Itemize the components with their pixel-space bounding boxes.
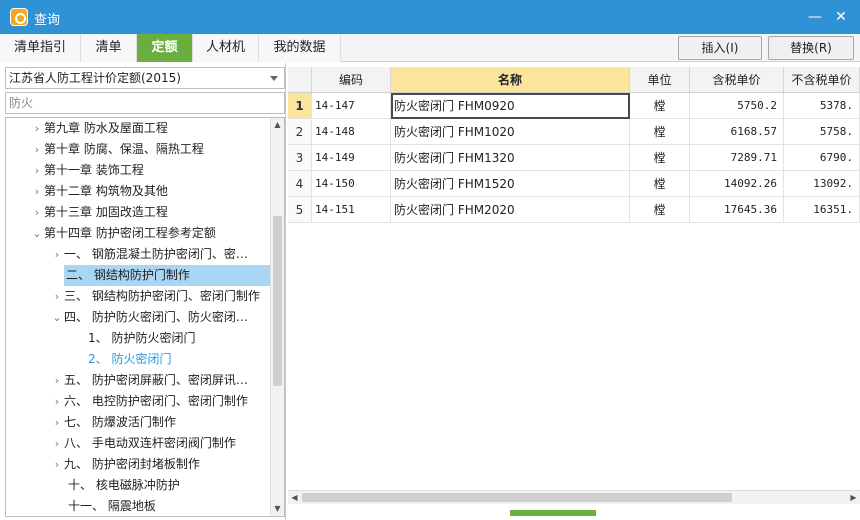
tab-list-guide[interactable]: 清单指引: [0, 34, 81, 62]
row-number[interactable]: 4: [288, 171, 312, 197]
tree-node-ch10[interactable]: › 第十章 防腐、保温、隔热工程: [30, 139, 204, 160]
row-number[interactable]: 5: [288, 197, 312, 223]
chevron-right-icon[interactable]: ›: [50, 244, 64, 265]
tree-node-ch13[interactable]: › 第十三章 加固改造工程: [30, 202, 168, 223]
chevron-right-icon[interactable]: ›: [30, 181, 44, 202]
tree-node-ch14-4[interactable]: ⌄ 四、 防护防火密闭门、防火密闭…: [50, 307, 247, 328]
tree-node-ch14-1[interactable]: › 一、 钢筋混凝土防护密闭门、密…: [50, 244, 248, 265]
row-number[interactable]: 3: [288, 145, 312, 171]
close-button[interactable]: ✕: [830, 6, 852, 28]
cell-unit[interactable]: 樘: [630, 145, 690, 171]
cell-code[interactable]: 14-148: [312, 119, 391, 145]
cell-name[interactable]: 防火密闭门 FHM2020: [391, 197, 630, 223]
chevron-right-icon[interactable]: ›: [50, 286, 64, 307]
chevron-right-icon[interactable]: ›: [50, 433, 64, 454]
tree-scrollbar[interactable]: ▲ ▼: [270, 118, 284, 516]
cell-price-notax[interactable]: 13092.: [784, 171, 860, 197]
row-number[interactable]: 2: [288, 119, 312, 145]
scroll-left-icon[interactable]: ◀: [288, 491, 301, 505]
cell-price-tax[interactable]: 6168.57: [690, 119, 784, 145]
scrollbar-thumb[interactable]: [302, 493, 732, 502]
tree-node-ch14-4-1[interactable]: 1、 防护防火密闭门: [88, 328, 195, 349]
cell-code[interactable]: 14-149: [312, 145, 391, 171]
tree-node-ch14-4-2[interactable]: 2、 防火密闭门: [88, 349, 171, 370]
cell-unit[interactable]: 樘: [630, 171, 690, 197]
cell-price-notax[interactable]: 5758.: [784, 119, 860, 145]
tree-node-ch14-3[interactable]: › 三、 钢结构防护密闭门、密闭门制作: [50, 286, 260, 307]
tree-node-ch14-8[interactable]: › 八、 手电动双连杆密闭阀门制作: [50, 433, 236, 454]
chevron-right-icon[interactable]: ›: [30, 139, 44, 160]
tree-node-ch12[interactable]: › 第十二章 构筑物及其他: [30, 181, 168, 202]
chevron-down-icon[interactable]: [270, 76, 278, 81]
cell-code[interactable]: 14-147: [312, 93, 391, 119]
tree-node-ch14-6[interactable]: › 六、 电控防护密闭门、密闭门制作: [50, 391, 248, 412]
table-horizontal-scrollbar[interactable]: ◀ ▶: [288, 490, 860, 504]
cell-price-tax[interactable]: 14092.26: [690, 171, 784, 197]
title-bar: 查询 — ✕: [0, 0, 860, 34]
column-header-price-notax[interactable]: 不含税单价: [784, 67, 860, 93]
chapter-tree: › 第九章 防水及屋面工程 › 第十章 防腐、保温、隔热工程 › 第十一章 装饰工程 …: [5, 117, 285, 517]
cell-code[interactable]: 14-150: [312, 171, 391, 197]
column-header-name[interactable]: 名称: [391, 67, 630, 93]
window-title: 查询: [34, 13, 61, 28]
chevron-right-icon[interactable]: ›: [50, 391, 64, 412]
tree-node-ch14-9[interactable]: › 九、 防护密闭封堵板制作: [50, 454, 200, 475]
cell-price-tax[interactable]: 5750.2: [690, 93, 784, 119]
tree-node-ch14-2[interactable]: 二、 钢结构防护门制作: [64, 265, 270, 286]
column-header-code[interactable]: 编码: [312, 67, 391, 93]
tab-list[interactable]: 清单: [81, 34, 137, 62]
cell-price-notax[interactable]: 5378.: [784, 93, 860, 119]
cell-price-notax[interactable]: 16351.: [784, 197, 860, 223]
tab-my-data[interactable]: 我的数据: [259, 34, 341, 62]
chevron-down-icon[interactable]: ⌄: [30, 223, 44, 244]
panel-resize-grip[interactable]: [510, 510, 596, 516]
column-header-unit[interactable]: 单位: [630, 67, 690, 93]
tree-node-ch9[interactable]: › 第九章 防水及屋面工程: [30, 118, 168, 139]
tree-node-ch14-10[interactable]: 十、 核电磁脉冲防护: [64, 475, 180, 496]
column-header-price-tax[interactable]: 含税单价: [690, 67, 784, 93]
tab-quota[interactable]: 定额: [137, 34, 193, 62]
cell-name[interactable]: 防火密闭门 FHM1520: [391, 171, 630, 197]
cell-price-notax[interactable]: 6790.: [784, 145, 860, 171]
scroll-right-icon[interactable]: ▶: [847, 491, 860, 505]
scrollbar-thumb[interactable]: [273, 216, 282, 386]
cell-unit[interactable]: 樘: [630, 119, 690, 145]
cell-code[interactable]: 14-151: [312, 197, 391, 223]
table-corner: [288, 67, 312, 93]
chevron-down-icon[interactable]: ⌄: [50, 307, 64, 328]
cell-price-tax[interactable]: 17645.36: [690, 197, 784, 223]
tree-node-ch14-5[interactable]: › 五、 防护密闭屏蔽门、密闭屏讯…: [50, 370, 248, 391]
search-input[interactable]: 防火: [5, 92, 285, 114]
cell-price-tax[interactable]: 7289.71: [690, 145, 784, 171]
chevron-right-icon[interactable]: ›: [30, 202, 44, 223]
cell-name[interactable]: 防火密闭门 FHM0920: [391, 93, 630, 119]
result-table: 编码 名称 单位 含税单价 不含税单价 1 14-147 防火密闭门 FHM09…: [288, 67, 860, 520]
tree-node-ch14-7[interactable]: › 七、 防爆波活门制作: [50, 412, 176, 433]
app-icon: [10, 8, 28, 26]
quota-library-select[interactable]: 江苏省人防工程计价定额(2015): [5, 67, 285, 89]
scroll-up-icon[interactable]: ▲: [271, 118, 284, 132]
left-panel: 江苏省人防工程计价定额(2015) 防火 › 第九章 防水及屋面工程 › 第十章 防…: [0, 63, 286, 520]
replace-button[interactable]: 替换(R): [768, 36, 854, 60]
cell-unit[interactable]: 樘: [630, 93, 690, 119]
minimize-button[interactable]: —: [804, 6, 826, 28]
cell-name[interactable]: 防火密闭门 FHM1320: [391, 145, 630, 171]
tree-node-ch14[interactable]: ⌄ 第十四章 防护密闭工程参考定额: [30, 223, 215, 244]
tree-node-ch11[interactable]: › 第十一章 装饰工程: [30, 160, 144, 181]
cell-unit[interactable]: 樘: [630, 197, 690, 223]
chevron-right-icon[interactable]: ›: [50, 412, 64, 433]
cell-name[interactable]: 防火密闭门 FHM1020: [391, 119, 630, 145]
row-number[interactable]: 1: [288, 93, 312, 119]
chevron-right-icon[interactable]: ›: [30, 118, 44, 139]
chevron-right-icon[interactable]: ›: [50, 454, 64, 475]
scroll-down-icon[interactable]: ▼: [271, 502, 284, 516]
insert-button[interactable]: 插入(I): [678, 36, 762, 60]
chevron-right-icon[interactable]: ›: [30, 160, 44, 181]
chevron-right-icon[interactable]: ›: [50, 370, 64, 391]
quota-library-value: 江苏省人防工程计价定额(2015): [9, 71, 181, 85]
tab-labor-material-machine[interactable]: 人材机: [193, 34, 259, 62]
tree-node-ch14-11[interactable]: 十一、 隔震地板: [64, 496, 156, 516]
